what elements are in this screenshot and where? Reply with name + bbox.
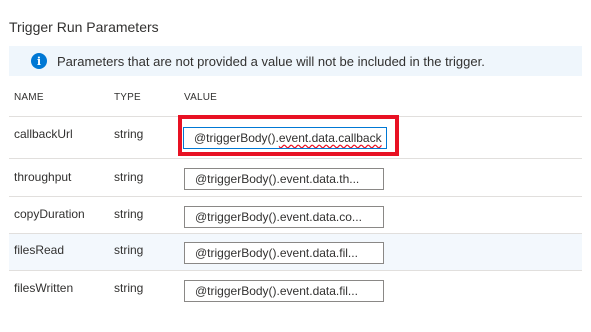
param-name: filesRead <box>14 243 65 257</box>
param-value-input[interactable]: @triggerBody().event.data.fil... <box>184 280 384 302</box>
info-icon: i <box>31 53 47 69</box>
column-header-value: VALUE <box>184 92 218 103</box>
table-row: throughput string @triggerBody().event.d… <box>9 158 582 196</box>
param-name: throughput <box>14 170 72 184</box>
trigger-run-parameters-panel: Trigger Run Parameters i Parameters that… <box>0 0 591 332</box>
panel-title: Trigger Run Parameters <box>9 19 159 35</box>
column-header-name: NAME <box>14 92 44 103</box>
info-banner: i Parameters that are not provided a val… <box>9 46 582 76</box>
param-name: filesWritten <box>14 281 74 295</box>
table-row: copyDuration string @triggerBody().event… <box>9 196 582 233</box>
param-value-input[interactable]: @triggerBody().event.data.co... <box>184 206 384 228</box>
table-row: filesWritten string @triggerBody().event… <box>9 270 582 310</box>
red-highlight-box <box>178 115 399 156</box>
info-banner-text: Parameters that are not provided a value… <box>57 53 485 69</box>
param-type: string <box>114 170 144 184</box>
column-header-type: TYPE <box>114 92 141 103</box>
table-row: filesRead string @triggerBody().event.da… <box>9 233 582 270</box>
param-type: string <box>114 243 144 257</box>
param-value-input[interactable]: @triggerBody().event.data.th... <box>184 168 384 190</box>
param-name: copyDuration <box>14 207 85 221</box>
param-value-input[interactable]: @triggerBody().event.data.fil... <box>184 242 384 264</box>
param-type: string <box>114 207 144 221</box>
param-type: string <box>114 127 144 141</box>
param-type: string <box>114 281 144 295</box>
param-name: callbackUrl <box>14 127 73 141</box>
